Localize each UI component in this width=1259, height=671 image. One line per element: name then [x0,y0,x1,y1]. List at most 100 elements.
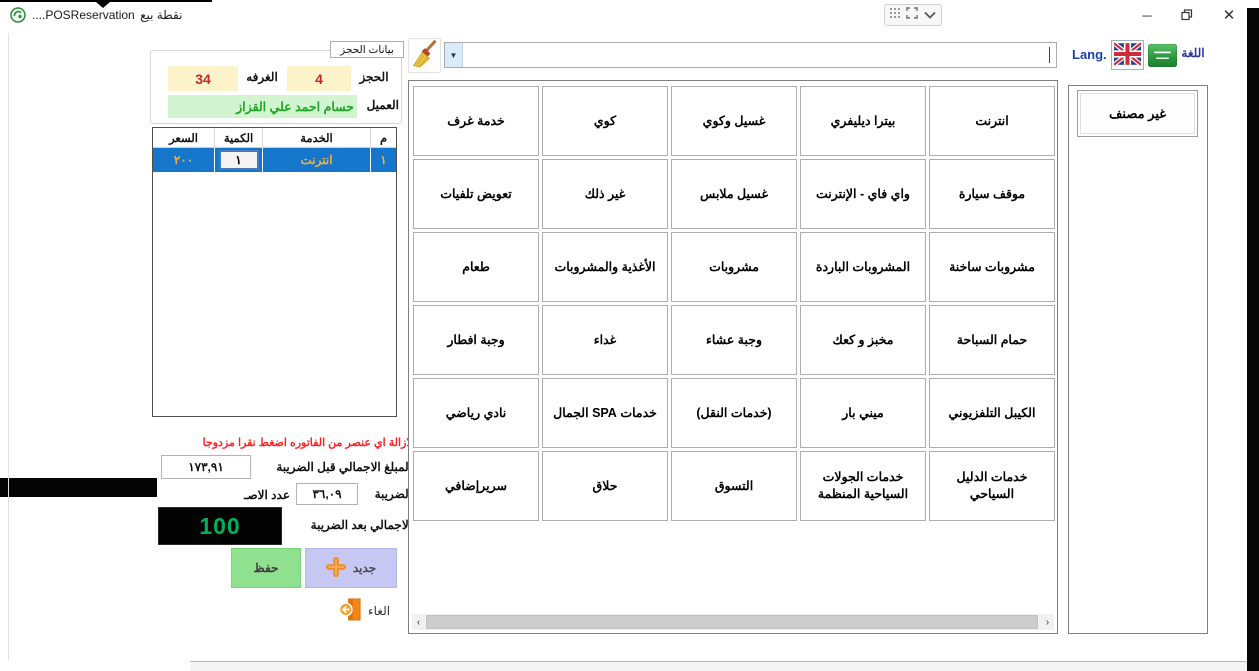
service-button[interactable]: حمام السباحة [929,305,1055,375]
cancel-button-label: الغاء [368,604,390,618]
category-uncategorized-button[interactable]: غير مصنف [1077,90,1198,137]
cell-number: ١ [371,148,396,172]
grid-dots-icon[interactable] [890,6,901,24]
service-button[interactable]: غسيل ملابس [671,159,797,229]
reservation-groupbox: 34 الغرفه 4 الحجز حسام احمد علي القزاز ا… [150,50,402,124]
lang-label-arabic: اللغة [1178,46,1208,60]
scroll-left-arrow[interactable]: ‹ [412,614,425,630]
categories-panel: غير مصنف [1068,85,1208,634]
scrollbar-thumb[interactable] [426,615,1038,629]
remove-item-note: * لازالة اي عنصر من الفاتوره اضغط نقرا م… [148,436,420,449]
service-button[interactable]: (خدمات النقل) [671,378,797,448]
customer-name-value: حسام احمد علي القزاز [168,95,357,118]
service-button[interactable]: مشروبات ساخنة [929,232,1055,302]
title-bar: ....POSReservation نقطة بيع [0,0,1259,30]
english-flag-button[interactable] [1111,40,1144,70]
service-button[interactable]: سريرإضافي [413,451,539,521]
overlapping-black-bar [0,478,157,497]
desktop-edge-strip [1247,8,1259,671]
combo-dropdown-arrow[interactable]: ▼ [445,43,463,67]
column-header-number: م [371,128,396,147]
service-button[interactable]: مشروبات [671,232,797,302]
new-button[interactable]: جديد [305,548,397,588]
exit-door-icon [338,596,363,626]
service-button[interactable]: واي فاي - الإنترنت [800,159,926,229]
services-grid: انترنت بيترا ديليفري غسيل وكوي كوي خدمة … [413,86,1055,521]
new-button-label: جديد [353,561,376,575]
cell-price: ٢٠٠ [153,148,215,172]
text-cursor [1049,47,1050,63]
horizontal-scrollbar[interactable]: ‹ › [412,614,1054,630]
column-header-service: الخدمة [263,128,371,147]
window-title-arabic: نقطة بيع [140,8,182,22]
service-button[interactable]: طعام [413,232,539,302]
service-button[interactable]: مخبز و كعك [800,305,926,375]
window-bottom-edge [190,661,1247,671]
fullscreen-icon[interactable] [906,6,918,24]
service-button[interactable]: وجبة عشاء [671,305,797,375]
service-button[interactable]: كوي [542,86,668,156]
cell-qty [215,148,263,172]
column-header-qty: الكمية [215,128,263,147]
service-combo-input[interactable] [463,43,1056,67]
booking-label: الحجز [353,70,395,84]
service-button[interactable]: انترنت [929,86,1055,156]
service-button[interactable]: بيترا ديليفري [800,86,926,156]
services-grid-panel: انترنت بيترا ديليفري غسيل وكوي كوي خدمة … [408,80,1058,634]
clear-broom-button[interactable] [408,38,441,73]
service-button[interactable]: المشروبات الباردة [800,232,926,302]
broom-icon [411,39,439,72]
window-title-latin: ....POSReservation [32,8,135,22]
room-label: الغرفه [239,70,285,84]
before-tax-value[interactable] [161,455,251,479]
service-button[interactable]: وجبة افطار [413,305,539,375]
pos-window: ....POSReservation نقطة بيع [0,0,1259,671]
quantity-input[interactable] [219,150,259,170]
service-button[interactable]: خدمات الدليل السياحي [929,451,1055,521]
invoice-table[interactable]: السعر الكمية الخدمة م ٢٠٠ انترنت ١ [152,127,397,417]
cancel-button[interactable]: الغاء [338,594,400,628]
service-button[interactable]: غسيل وكوي [671,86,797,156]
lang-label-english: Lang. [1072,47,1112,62]
restore-button[interactable] [1174,4,1200,26]
plus-icon [326,557,346,580]
service-button[interactable]: خدمات SPA الجمال [542,378,668,448]
minimize-button[interactable]: ─ [1134,4,1160,26]
save-button[interactable]: حفظ [231,548,301,588]
service-search-combobox[interactable]: ▼ [444,42,1057,68]
invoice-table-header: السعر الكمية الخدمة م [153,128,396,148]
service-button[interactable]: ميني بار [800,378,926,448]
arabic-flag-button[interactable] [1148,44,1177,67]
saudi-flag-icon [1148,55,1177,70]
table-row[interactable]: ٢٠٠ انترنت ١ [153,148,396,172]
before-tax-label: المبلغ الاجمالي قبل الضريبة [252,460,412,474]
booking-number-value: 4 [287,66,351,91]
service-button[interactable]: تعويض تلفيات [413,159,539,229]
service-button[interactable]: نادي رياضي [413,378,539,448]
service-button[interactable]: خدمة غرف [413,86,539,156]
window-frame-left [8,33,9,660]
service-button[interactable]: الكيبل التلفزيوني [929,378,1055,448]
service-button[interactable]: غير ذلك [542,159,668,229]
room-number-value: 34 [168,66,238,91]
service-button[interactable]: التسوق [671,451,797,521]
caret-down-icon: ▼ [450,51,458,60]
close-button[interactable]: ✕ [1216,4,1242,26]
tax-value[interactable] [296,483,358,505]
chevron-down-icon[interactable] [924,6,936,24]
window-title: ....POSReservation نقطة بيع [32,8,182,22]
service-button[interactable]: موقف سيارة [929,159,1055,229]
uk-flag-icon [1114,42,1141,69]
scroll-right-arrow[interactable]: › [1041,614,1054,630]
tax-label: الضريبة [360,487,412,501]
total-after-tax-display: 100 [158,507,282,545]
titlebar-mini-toolbar [884,4,942,26]
service-button[interactable]: الأغذية والمشروبات [542,232,668,302]
app-icon [10,7,26,28]
service-button[interactable]: غداء [542,305,668,375]
service-button[interactable]: خدمات الجولات السياحية المنظمة [800,451,926,521]
items-count-label: عدد الاصـ [220,488,290,502]
customer-label: العميل [359,98,399,112]
column-header-price: السعر [153,128,215,147]
service-button[interactable]: حلاق [542,451,668,521]
